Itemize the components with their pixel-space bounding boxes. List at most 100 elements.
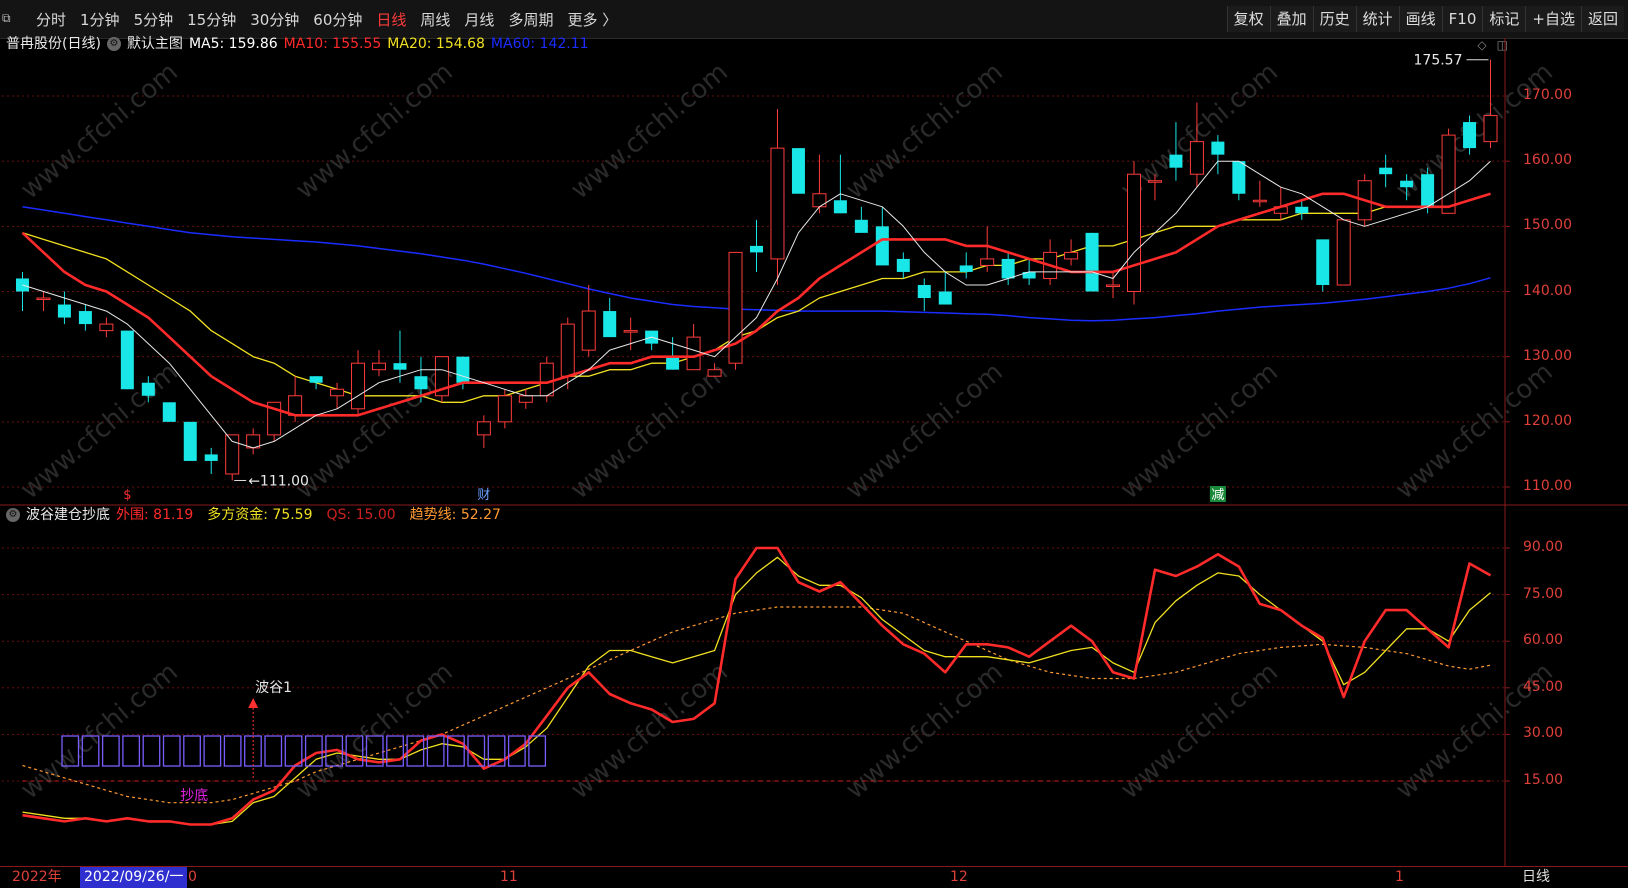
- candle-body: [57, 304, 71, 318]
- candle-body: [1463, 122, 1477, 149]
- watermark-text: www.cfchi.com: [840, 357, 1009, 505]
- sub-indicator-name[interactable]: 波谷建仓抄底: [26, 504, 110, 526]
- signal-box: [528, 735, 547, 767]
- stock-name[interactable]: 普冉股份(日线): [6, 33, 101, 55]
- signal-box: [122, 735, 141, 767]
- candle-body: [728, 251, 743, 364]
- y-tick-label: 150.00: [1523, 217, 1572, 234]
- panel-toggle-icon[interactable]: ◫: [1497, 38, 1508, 56]
- event-marker: 减: [1211, 488, 1224, 503]
- candle-body: [204, 454, 218, 461]
- event-marker: $: [123, 488, 131, 503]
- signal-box: [264, 735, 283, 767]
- ma5-line: [22, 160, 1491, 449]
- candle-body: [246, 434, 261, 449]
- signal-box: [507, 735, 526, 767]
- signal-box: [386, 735, 404, 767]
- signal-box: [183, 735, 201, 767]
- period-tab[interactable]: 月线: [464, 9, 494, 30]
- window-restore-icon[interactable]: ⧉: [2, 11, 22, 25]
- diamond-icon[interactable]: ◇: [1477, 38, 1486, 56]
- watermark-text: www.cfchi.com: [290, 57, 459, 205]
- candle-body: [770, 147, 785, 260]
- tool-button[interactable]: 返回: [1580, 6, 1624, 32]
- candle-body: [476, 421, 491, 436]
- tool-button[interactable]: 标记: [1482, 6, 1526, 32]
- signal-box: [426, 735, 445, 767]
- tool-button[interactable]: 画线: [1398, 6, 1442, 32]
- candle-body: [1126, 173, 1141, 292]
- period-tab[interactable]: 多周期: [508, 9, 553, 30]
- month-label: 11: [500, 869, 518, 885]
- ma-value-label: MA10: 155.55: [283, 36, 382, 52]
- template-name[interactable]: 默认主图: [127, 33, 183, 55]
- candle-body: [36, 297, 51, 301]
- signal-box: [223, 735, 242, 767]
- ma20-line: [22, 193, 1491, 403]
- tool-button[interactable]: 统计: [1355, 6, 1399, 32]
- watermark-text: www.cfchi.com: [1390, 57, 1559, 205]
- period-label[interactable]: 日线: [1522, 867, 1550, 888]
- tool-button[interactable]: +自选: [1525, 6, 1581, 32]
- candle-body: [1273, 206, 1288, 214]
- gear-icon[interactable]: ⚙: [106, 37, 121, 51]
- candle-body: [1106, 284, 1121, 287]
- candle-body: [15, 278, 29, 292]
- candle-body: [1085, 232, 1099, 292]
- tool-button[interactable]: 历史: [1312, 6, 1356, 32]
- signal-box: [447, 735, 465, 767]
- sub-value-label: 多方资金: 75.59: [207, 507, 313, 523]
- period-tab[interactable]: 周线: [420, 9, 450, 30]
- candle-body: [896, 258, 910, 272]
- signal-box: [142, 735, 161, 767]
- watermark-text: www.cfchi.com: [15, 357, 184, 505]
- ma10-line: [21, 192, 1491, 417]
- period-tab[interactable]: 15分钟: [187, 9, 236, 30]
- signal-box: [81, 735, 100, 767]
- outer-line: [22, 546, 1492, 826]
- period-tab[interactable]: 60分钟: [313, 9, 362, 30]
- signal-box: [345, 735, 364, 767]
- y-tick-label: 30.00: [1523, 725, 1564, 742]
- period-tab[interactable]: 1分钟: [80, 9, 120, 30]
- candle-body: [162, 402, 176, 422]
- period-tab[interactable]: 更多 〉: [567, 9, 617, 30]
- candle-body: [497, 395, 512, 423]
- candle-body: [623, 330, 638, 333]
- signal-box: [244, 735, 262, 767]
- candle-body: [707, 369, 722, 377]
- candle-body: [1316, 239, 1330, 285]
- candle-body: [518, 395, 533, 403]
- y-tick-label: 120.00: [1523, 412, 1572, 429]
- candle-body: [1379, 167, 1393, 175]
- candle-body: [1001, 258, 1015, 279]
- candle-body: [456, 356, 470, 383]
- month-label: 12: [950, 869, 968, 885]
- period-tab[interactable]: 日线: [376, 9, 406, 30]
- candle-body: [120, 330, 134, 390]
- candle-body: [560, 323, 575, 377]
- gear-icon[interactable]: ⚙: [6, 508, 20, 522]
- candle-body: [603, 311, 617, 338]
- candle-body: [1232, 161, 1246, 194]
- candle-body: [1483, 115, 1498, 143]
- period-tab[interactable]: 30分钟: [250, 9, 299, 30]
- candle-body: [267, 401, 282, 436]
- tool-button[interactable]: 复权: [1226, 6, 1270, 32]
- candle-body: [645, 330, 659, 344]
- period-tab[interactable]: 5分钟: [134, 9, 174, 30]
- candle-body: [1441, 134, 1456, 214]
- candle-body: [686, 336, 701, 371]
- period-tab[interactable]: 分时: [36, 9, 66, 30]
- signal-box: [325, 735, 344, 767]
- tool-button[interactable]: 叠加: [1269, 6, 1313, 32]
- watermark-text: www.cfchi.com: [1115, 657, 1284, 805]
- signal-box: [304, 735, 323, 767]
- tool-button[interactable]: F10: [1441, 6, 1483, 32]
- candle-body: [1357, 180, 1372, 221]
- signal-box: [162, 735, 181, 767]
- signal-box: [101, 735, 120, 767]
- y-tick-label: 75.00: [1523, 585, 1564, 602]
- candle-body: [99, 323, 114, 332]
- signal-box: [487, 735, 506, 767]
